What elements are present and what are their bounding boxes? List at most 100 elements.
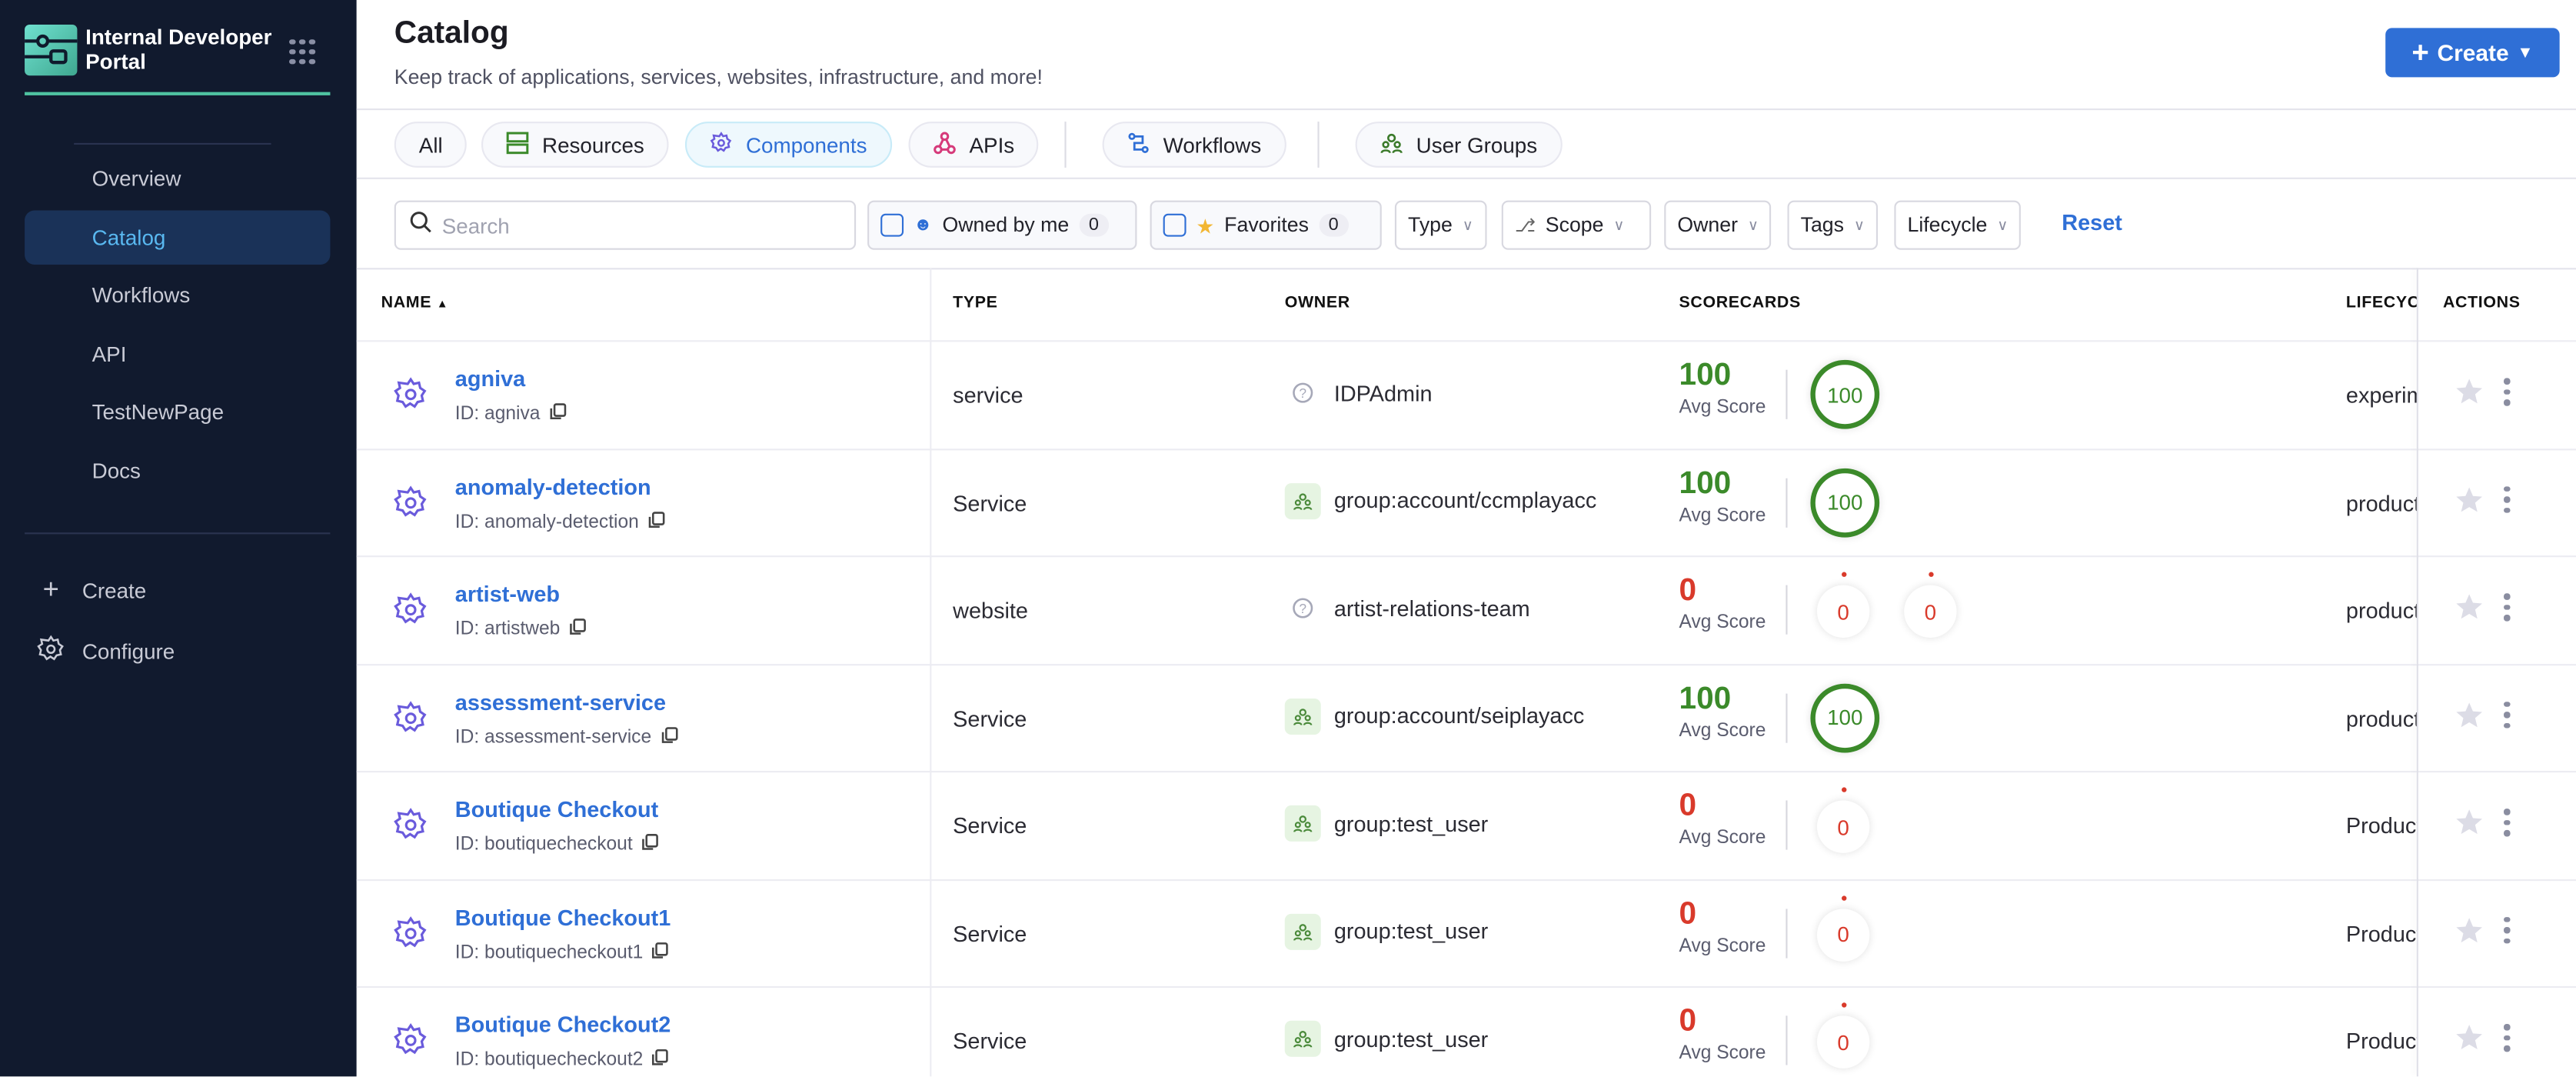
divider xyxy=(356,268,2576,270)
main-content: Catalog Keep track of applications, serv… xyxy=(356,0,2576,1077)
entity-name-link[interactable]: assessment-service xyxy=(455,689,666,714)
tags-dropdown[interactable]: Tags ∨ xyxy=(1787,200,1879,250)
table-row[interactable]: agniva ID: agniva service ? IDPAdmin 100 … xyxy=(356,340,2576,448)
entity-id-text: ID: boutiquecheckout1 xyxy=(454,942,644,962)
scorecard-badge[interactable]: 100 xyxy=(1810,467,1880,537)
copy-icon[interactable] xyxy=(568,618,587,641)
owner-cell[interactable]: ? IDPAdmin xyxy=(1285,375,1433,411)
more-actions-icon[interactable] xyxy=(2504,378,2510,405)
table-row[interactable]: Boutique Checkout ID: boutiquecheckout S… xyxy=(356,771,2576,879)
owned-checkbox[interactable] xyxy=(880,213,904,237)
column-header-lifecycle[interactable]: LIFECYC xyxy=(2346,294,2417,312)
column-header-type[interactable]: TYPE xyxy=(953,294,997,312)
copy-icon[interactable] xyxy=(660,725,678,749)
owner-cell[interactable]: group:account/ccmplayacc xyxy=(1284,482,1596,519)
entity-name-link[interactable]: Boutique Checkout xyxy=(455,797,658,822)
owner-name: group:test_user xyxy=(1333,811,1489,836)
scorecard-badge[interactable]: 100 xyxy=(1810,359,1880,429)
entity-name-link[interactable]: Boutique Checkout1 xyxy=(455,905,671,929)
entity-id-text: ID: boutiquecheckout2 xyxy=(454,1050,644,1070)
owner-label: Owner xyxy=(1677,213,1739,237)
sidebar-item-docs[interactable]: Docs xyxy=(25,444,330,498)
table-row[interactable]: Boutique Checkout2 ID: boutiquecheckout2… xyxy=(356,985,2576,1077)
copy-icon[interactable] xyxy=(651,1049,670,1072)
type-label: Type xyxy=(1407,213,1453,237)
table-row[interactable]: Boutique Checkout1 ID: boutiquecheckout1… xyxy=(356,878,2576,986)
search-field[interactable] xyxy=(394,200,857,250)
copy-icon[interactable] xyxy=(647,510,666,533)
scorecard-badge[interactable]: 0 xyxy=(1816,908,1870,961)
portal-logo[interactable] xyxy=(25,25,78,76)
sidebar-item-overview[interactable]: Overview xyxy=(25,152,330,206)
scope-dropdown[interactable]: ⎇ Scope ∨ xyxy=(1501,200,1652,250)
more-actions-icon[interactable] xyxy=(2504,809,2510,836)
app-switcher-icon[interactable] xyxy=(289,39,316,65)
sidebar-item-api[interactable]: API xyxy=(25,327,330,382)
sidebar-item-workflows[interactable]: Workflows xyxy=(25,268,330,322)
owner-cell[interactable]: group:test_user xyxy=(1284,912,1488,949)
sidebar-create-label: Create xyxy=(82,577,147,603)
group-icon xyxy=(1284,805,1321,842)
favorite-star-icon[interactable] xyxy=(2455,699,2484,737)
owner-dropdown[interactable]: Owner ∨ xyxy=(1664,200,1772,250)
tab-apis[interactable]: APIs xyxy=(908,122,1040,168)
more-actions-icon[interactable] xyxy=(2504,701,2510,729)
create-button[interactable]: + Create ▼ xyxy=(2385,28,2560,78)
favorite-star-icon[interactable] xyxy=(2455,915,2484,952)
favorite-star-icon[interactable] xyxy=(2455,592,2484,629)
copy-icon[interactable] xyxy=(651,941,670,964)
more-actions-icon[interactable] xyxy=(2504,593,2510,621)
owner-cell[interactable]: group:test_user xyxy=(1284,805,1489,842)
entity-name-link[interactable]: anomaly-detection xyxy=(455,474,651,498)
entity-id-text: ID: anomaly-detection xyxy=(454,512,639,532)
group-icon xyxy=(1284,482,1321,519)
sidebar-configure[interactable]: Configure xyxy=(36,635,175,669)
entity-name-link[interactable]: Boutique Checkout2 xyxy=(455,1012,671,1037)
tab-resources[interactable]: Resources xyxy=(481,122,669,168)
favorite-star-icon[interactable] xyxy=(2455,376,2484,414)
copy-icon[interactable] xyxy=(641,833,659,856)
favorites-checkbox[interactable] xyxy=(1163,213,1186,237)
sidebar-create[interactable]: + Create xyxy=(36,574,147,607)
sidebar-item-testnewpage[interactable]: TestNewPage xyxy=(25,385,330,439)
column-header-owner[interactable]: OWNER xyxy=(1285,294,1350,312)
copy-icon[interactable] xyxy=(548,402,567,425)
tab-all[interactable]: All xyxy=(394,122,468,168)
table-row[interactable]: assessment-service ID: assessment-servic… xyxy=(356,663,2576,771)
sidebar-item-catalog[interactable]: Catalog xyxy=(25,210,331,265)
column-header-scorecards[interactable]: SCORECARDS xyxy=(1679,294,1801,312)
lifecycle-value: Production xyxy=(2345,813,2417,839)
more-actions-icon[interactable] xyxy=(2504,916,2510,944)
lifecycle-dropdown[interactable]: Lifecycle ∨ xyxy=(1894,200,2022,250)
table-row[interactable]: artist-web ID: artistweb website ? artist… xyxy=(356,555,2576,663)
scorecard-badge[interactable]: 100 xyxy=(1810,682,1880,752)
owner-cell[interactable]: ? artist-relations-team xyxy=(1285,590,1530,626)
entity-id: ID: agniva xyxy=(455,402,567,425)
tab-workflows[interactable]: Workflows xyxy=(1102,122,1286,168)
scorecard-badge[interactable]: 0 xyxy=(1816,1015,1870,1069)
entity-type: Service xyxy=(953,921,1027,946)
scorecard-badge[interactable]: 0 xyxy=(1816,800,1870,853)
favorite-star-icon[interactable] xyxy=(2455,807,2484,845)
owned-by-me-filter[interactable]: ☻ Owned by me 0 xyxy=(867,200,1137,250)
reset-button[interactable]: Reset xyxy=(2062,210,2122,235)
entity-name-link[interactable]: agniva xyxy=(455,366,525,391)
scorecard-badge[interactable]: 0 xyxy=(1904,585,1957,638)
more-actions-icon[interactable] xyxy=(2504,485,2510,513)
favorites-filter[interactable]: ★ Favorites 0 xyxy=(1150,200,1382,250)
unknown-owner-icon: ? xyxy=(1285,590,1321,626)
favorite-star-icon[interactable] xyxy=(2455,484,2484,522)
column-header-name[interactable]: NAME ▲ xyxy=(381,294,449,312)
table-row[interactable]: anomaly-detection ID: anomaly-detection … xyxy=(356,448,2576,555)
score-divider xyxy=(1786,585,1788,635)
search-input[interactable] xyxy=(441,212,837,238)
owner-cell[interactable]: group:account/seiplayacc xyxy=(1284,697,1584,734)
tab-user-groups[interactable]: User Groups xyxy=(1355,122,1563,168)
tab-components[interactable]: Components xyxy=(684,122,892,168)
type-dropdown[interactable]: Type ∨ xyxy=(1394,200,1486,250)
scorecard-badge[interactable]: 0 xyxy=(1816,585,1870,638)
owner-cell[interactable]: group:test_user xyxy=(1284,1020,1488,1057)
favorite-star-icon[interactable] xyxy=(2455,1022,2484,1060)
more-actions-icon[interactable] xyxy=(2504,1024,2510,1052)
entity-name-link[interactable]: artist-web xyxy=(455,582,560,606)
